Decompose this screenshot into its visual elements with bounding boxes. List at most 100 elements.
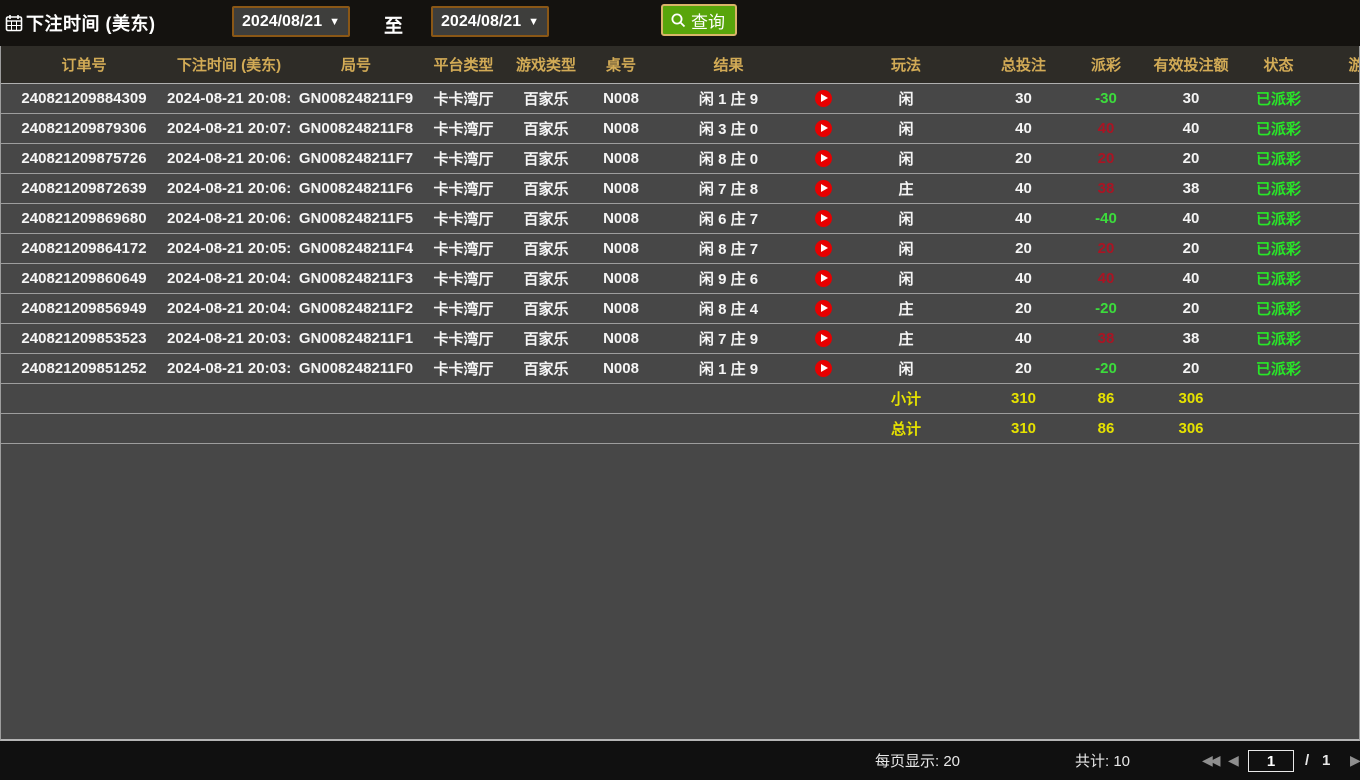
- cell-game: -: [1306, 203, 1360, 233]
- cell-total-bet: 20: [966, 293, 1081, 323]
- cell-game-type: 百家乐: [506, 203, 586, 233]
- bet-time-filter-label: 下注时间 (美东): [26, 10, 156, 36]
- cell-total-bet: 40: [966, 323, 1081, 353]
- total-count-label: 共计: 10: [1075, 741, 1130, 780]
- cell-round-id: GN008248211F5: [291, 203, 421, 233]
- cell-bet-time: 2024-08-21 20:03:14: [167, 353, 291, 383]
- cell-result: 闲 7 庄 8: [656, 173, 801, 203]
- cell-valid-bet: 20: [1131, 293, 1251, 323]
- page-divider: /: [1305, 741, 1309, 780]
- date-range-to-label: 至: [384, 11, 403, 38]
- replay-video-icon[interactable]: [815, 270, 832, 287]
- cell-status: 已派彩: [1251, 293, 1306, 323]
- cell-payout: 20: [1081, 143, 1131, 173]
- bet-history-page: 下注时间 (美东) 2024/08/21 ▼ 至 2024/08/21 ▼ 查询: [0, 0, 1360, 780]
- cell-play-icon: [801, 293, 846, 323]
- cell-play-icon: [801, 263, 846, 293]
- date-to-select[interactable]: 2024/08/21 ▼: [431, 6, 549, 37]
- cell-result: 闲 8 庄 0: [656, 143, 801, 173]
- cell-platform: 卡卡湾厅: [421, 143, 506, 173]
- cell-platform: 卡卡湾厅: [421, 323, 506, 353]
- cell-platform: 卡卡湾厅: [421, 233, 506, 263]
- cell-valid-bet: 38: [1131, 173, 1251, 203]
- cell-game-type: 百家乐: [506, 173, 586, 203]
- date-from-value: 2024/08/21: [242, 13, 322, 31]
- cell-game-type: 百家乐: [506, 323, 586, 353]
- replay-video-icon[interactable]: [815, 180, 832, 197]
- replay-video-icon[interactable]: [815, 360, 832, 377]
- cell-bet-time: 2024-08-21 20:06:01: [167, 203, 291, 233]
- cell-valid-bet: 30: [1131, 83, 1251, 113]
- replay-video-icon[interactable]: [815, 300, 832, 317]
- current-page-input[interactable]: [1248, 750, 1294, 772]
- total-row-result: [656, 413, 801, 443]
- table-header: 订单号下注时间 (美东)局号平台类型游戏类型桌号结果玩法总投注派彩有效投注额状态…: [1, 46, 1360, 83]
- table-row: 2408212098535232024-08-21 20:03:35GN0082…: [1, 323, 1360, 353]
- cell-bet-time: 2024-08-21 20:04:40: [167, 263, 291, 293]
- cell-status: 已派彩: [1251, 263, 1306, 293]
- cell-total-bet: 40: [966, 263, 1081, 293]
- date-from-select[interactable]: 2024/08/21 ▼: [232, 6, 350, 37]
- total-row-platform: [421, 413, 506, 443]
- cell-game: -: [1306, 143, 1360, 173]
- subtotal-row-play-type: 小计: [846, 383, 966, 413]
- cell-bet-time: 2024-08-21 20:06:29: [167, 173, 291, 203]
- replay-video-icon[interactable]: [815, 120, 832, 137]
- cell-status: 已派彩: [1251, 113, 1306, 143]
- cell-order-id: 240821209879306: [1, 113, 167, 143]
- table-row: 2408212098793062024-08-21 20:07:32GN0082…: [1, 113, 1360, 143]
- cell-play-icon: [801, 113, 846, 143]
- previous-page-button[interactable]: ◀: [1228, 741, 1236, 780]
- cell-play-type: 闲: [846, 83, 966, 113]
- cell-order-id: 240821209884309: [1, 83, 167, 113]
- cell-round-id: GN008248211F2: [291, 293, 421, 323]
- table-body: 2408212098843092024-08-21 20:08:16 GN0082…: [1, 83, 1360, 443]
- chevron-down-icon: ▼: [329, 16, 340, 28]
- total-pages-label: 1: [1322, 741, 1330, 780]
- search-button-label: 查询: [691, 8, 725, 33]
- cell-round-id: GN008248211F3: [291, 263, 421, 293]
- cell-game-type: 百家乐: [506, 353, 586, 383]
- total-row-table-no: [586, 413, 656, 443]
- magnifier-icon: [670, 12, 687, 29]
- cell-play-type: 闲: [846, 143, 966, 173]
- column-header-result: 结果: [656, 46, 801, 83]
- cell-table-no: N008: [586, 203, 656, 233]
- cell-game: -: [1306, 263, 1360, 293]
- cell-status: 已派彩: [1251, 353, 1306, 383]
- cell-order-id: 240821209869680: [1, 203, 167, 233]
- replay-video-icon[interactable]: [815, 150, 832, 167]
- cell-payout: 38: [1081, 173, 1131, 203]
- cell-result: 闲 3 庄 0: [656, 113, 801, 143]
- table-row: 2408212098606492024-08-21 20:04:40GN0082…: [1, 263, 1360, 293]
- cell-platform: 卡卡湾厅: [421, 293, 506, 323]
- table-row: 2408212098569492024-08-21 20:04:06GN0082…: [1, 293, 1360, 323]
- first-page-button[interactable]: ◀◀: [1202, 741, 1218, 780]
- cell-payout: -20: [1081, 293, 1131, 323]
- replay-video-icon[interactable]: [815, 210, 832, 227]
- cell-table-no: N008: [586, 233, 656, 263]
- cell-bet-time: 2024-08-21 20:08:16: [167, 83, 291, 113]
- next-page-button[interactable]: ▶: [1350, 741, 1358, 780]
- filter-bar: 下注时间 (美东) 2024/08/21 ▼ 至 2024/08/21 ▼ 查询: [0, 0, 1360, 46]
- column-header-bet-time: 下注时间 (美东): [167, 46, 291, 83]
- total-row-bet-time: [167, 413, 291, 443]
- cell-total-bet: 40: [966, 203, 1081, 233]
- cell-bet-time: 2024-08-21 20:04:06: [167, 293, 291, 323]
- subtotal-row-game: [1306, 383, 1360, 413]
- replay-video-icon[interactable]: [815, 90, 832, 107]
- cell-total-bet: 30: [966, 83, 1081, 113]
- cell-play-icon: [801, 203, 846, 233]
- subtotal-row-order-id: [1, 383, 167, 413]
- cell-payout: -20: [1081, 353, 1131, 383]
- bet-records-table-wrap: 订单号下注时间 (美东)局号平台类型游戏类型桌号结果玩法总投注派彩有效投注额状态…: [0, 46, 1360, 741]
- total-row-game: [1306, 413, 1360, 443]
- replay-video-icon[interactable]: [815, 240, 832, 257]
- cell-round-id: GN008248211F0: [291, 353, 421, 383]
- search-button[interactable]: 查询: [661, 4, 737, 36]
- cell-table-no: N008: [586, 83, 656, 113]
- cell-result: 闲 8 庄 7: [656, 233, 801, 263]
- total-row-order-id: [1, 413, 167, 443]
- cell-status: 已派彩: [1251, 203, 1306, 233]
- replay-video-icon[interactable]: [815, 330, 832, 347]
